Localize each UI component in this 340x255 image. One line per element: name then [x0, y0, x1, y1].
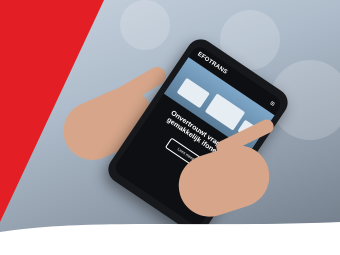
- hero-image: EFOTRANS ≡ Onvertrouwt vragens gemakkeli…: [0, 0, 340, 255]
- bottom-white-curve: [0, 222, 340, 255]
